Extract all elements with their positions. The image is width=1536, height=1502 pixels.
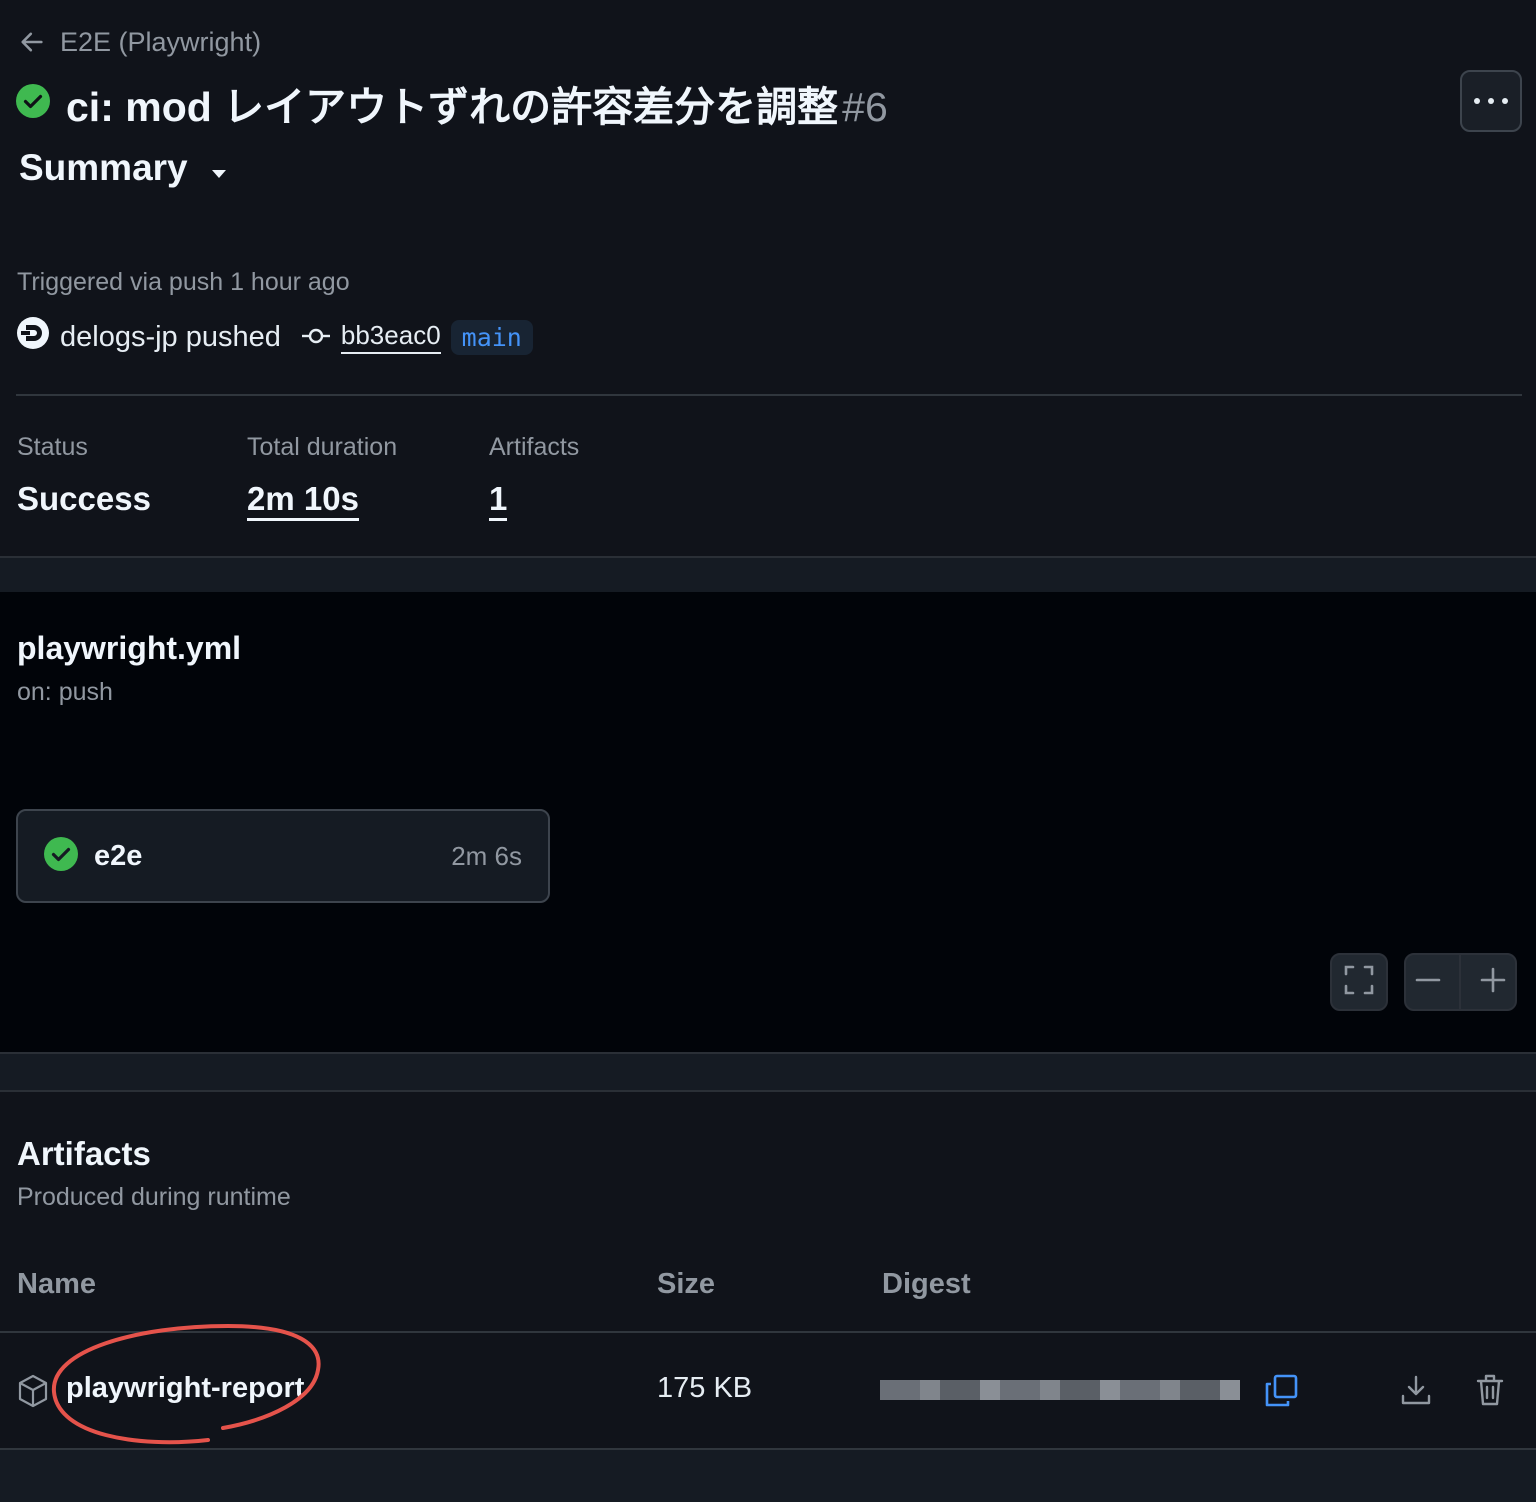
job-name: e2e: [94, 839, 143, 872]
workflow-trigger: on: push: [17, 678, 113, 706]
duration-label: Total duration: [247, 433, 398, 461]
run-number: #6: [842, 84, 888, 130]
divider: [16, 394, 1522, 396]
column-header-name: Name: [17, 1268, 96, 1300]
more-options-button[interactable]: [1460, 70, 1522, 132]
triggered-text: Triggered via push 1 hour ago: [17, 268, 350, 296]
summary-label: Summary: [19, 147, 188, 188]
annotation-circle: [51, 1323, 321, 1445]
duration-link[interactable]: 2m 10s: [247, 480, 359, 521]
branch-badge[interactable]: main: [450, 319, 533, 355]
fullscreen-icon: [1344, 965, 1374, 1000]
artifacts-count-link[interactable]: 1: [489, 480, 508, 521]
kebab-icon: [1473, 92, 1509, 110]
package-icon: [17, 1374, 49, 1413]
pusher-text[interactable]: delogs-jp pushed: [60, 321, 281, 354]
run-title: ci: mod レイアウトずれの許容差分を調整#6: [16, 76, 888, 130]
plus-icon[interactable]: [1480, 967, 1506, 998]
artifact-size: 175 KB: [657, 1372, 753, 1404]
avatar-icon[interactable]: [16, 316, 50, 358]
artifacts-count-label: Artifacts: [489, 433, 580, 461]
summary-dropdown[interactable]: Summary: [19, 142, 228, 194]
column-header-digest: Digest: [882, 1268, 971, 1300]
trash-icon[interactable]: [1476, 1373, 1504, 1412]
section-separator: [0, 1052, 1536, 1092]
job-card-e2e[interactable]: e2e 2m 6s: [16, 809, 550, 903]
zoom-divider: [1459, 955, 1462, 1009]
zoom-controls: [1404, 953, 1517, 1011]
page-title: ci: mod レイアウトずれの許容差分を調整#6: [66, 73, 888, 133]
column-header-size: Size: [657, 1268, 716, 1300]
commit-sha-link[interactable]: bb3eac0: [340, 320, 441, 354]
pusher-row: delogs-jp pushed bb3eac0 main: [16, 315, 533, 359]
footer-band: [0, 1450, 1536, 1502]
copy-icon[interactable]: [1264, 1374, 1298, 1413]
workflow-run-page: E2E (Playwright) ci: mod レイアウトずれの許容差分を調整…: [0, 0, 1536, 1502]
minus-icon[interactable]: [1415, 967, 1441, 998]
job-duration: 2m 6s: [451, 840, 522, 871]
download-icon[interactable]: [1400, 1374, 1432, 1411]
status-value: Success: [17, 480, 151, 517]
fullscreen-button[interactable]: [1330, 953, 1388, 1011]
workflow-file-name: playwright.yml: [17, 630, 242, 666]
back-link-label: E2E (Playwright): [60, 26, 262, 57]
check-circle-icon: [16, 83, 50, 123]
status-label: Status: [17, 433, 88, 461]
back-link[interactable]: E2E (Playwright): [18, 22, 261, 62]
check-circle-icon: [44, 836, 78, 876]
digest-value-redacted: [880, 1380, 1240, 1400]
artifacts-subtitle: Produced during runtime: [17, 1183, 291, 1211]
arrow-left-icon: [18, 28, 46, 56]
triangle-down-icon: [210, 147, 228, 189]
section-separator: [0, 556, 1536, 594]
git-commit-icon: [301, 321, 331, 354]
artifacts-title: Artifacts: [17, 1135, 151, 1172]
title-text: ci: mod レイアウトずれの許容差分を調整: [66, 84, 839, 130]
